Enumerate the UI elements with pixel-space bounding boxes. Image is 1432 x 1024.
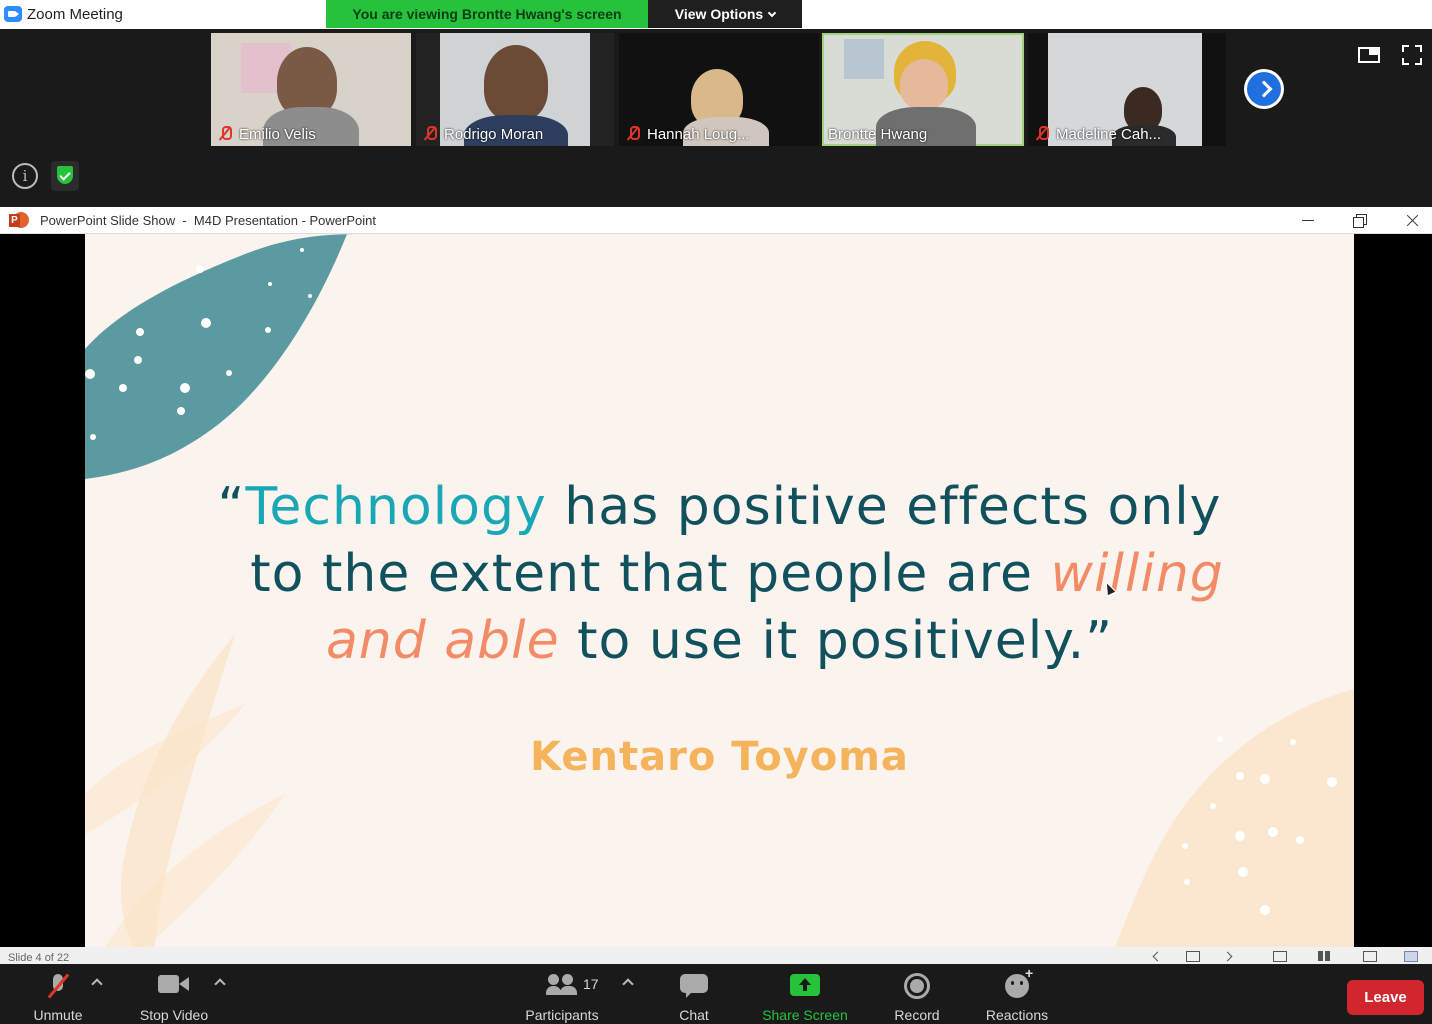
record-button[interactable]: Record — [888, 964, 946, 1024]
participant-tile[interactable]: Emilio Velis — [211, 33, 411, 146]
quote-text: to the extent that people are — [250, 544, 1051, 604]
muted-mic-icon — [424, 126, 437, 140]
close-icon[interactable] — [1403, 211, 1423, 229]
participant-name: Rodrigo Moran — [444, 126, 544, 143]
powerpoint-window-title: PowerPoint Slide Show - M4D Presentation… — [40, 213, 376, 228]
participants-count: 17 — [583, 976, 599, 992]
slide-menu-icon[interactable] — [1186, 951, 1200, 962]
participants-options-caret-icon[interactable] — [622, 978, 634, 990]
quote-accent-and-able: and able — [325, 611, 560, 671]
participants-label: Participants — [525, 1007, 599, 1023]
quote-accent-willing: willing — [1050, 544, 1224, 604]
next-page-arrow-icon[interactable] — [1244, 69, 1284, 109]
security-shield-icon[interactable] — [51, 161, 79, 191]
slide-sorter-icon[interactable] — [1318, 951, 1332, 961]
fullscreen-icon[interactable] — [1402, 45, 1422, 65]
share-screen-icon — [790, 974, 820, 996]
muted-mic-icon — [1036, 126, 1049, 140]
viewing-screen-banner: You are viewing Brontte Hwang's screen — [326, 0, 648, 28]
leave-meeting-button[interactable]: Leave — [1347, 980, 1424, 1015]
participants-button[interactable]: Participants — [520, 964, 604, 1024]
gallery-view-icon[interactable] — [1358, 47, 1380, 63]
quote-line-1: “Technology has positive effects only — [85, 474, 1354, 541]
reactions-label: Reactions — [985, 1007, 1049, 1023]
view-options-label: View Options — [674, 6, 764, 22]
teal-blob-shape — [85, 234, 360, 479]
muted-mic-icon — [219, 126, 232, 140]
video-options-caret-icon[interactable] — [214, 978, 226, 990]
quote-text: to use it positively.” — [559, 611, 1114, 671]
participant-tile[interactable]: Rodrigo Moran — [416, 33, 614, 146]
slide-show-area: “Technology has positive effects only to… — [0, 234, 1432, 947]
unmute-button[interactable]: Unmute — [20, 964, 96, 1024]
view-options-button[interactable]: View Options — [648, 0, 802, 28]
participant-tile[interactable]: Madeline Cah... — [1028, 33, 1226, 146]
participant-video — [484, 45, 548, 121]
video-background — [844, 39, 884, 79]
share-screen-button[interactable]: Share Screen — [758, 964, 852, 1024]
unmute-label: Unmute — [33, 1007, 83, 1023]
participant-video — [900, 59, 948, 109]
chat-button[interactable]: Chat — [668, 964, 720, 1024]
next-slide-icon[interactable] — [1222, 951, 1236, 962]
meeting-toolbar: Unmute Stop Video Participants 17 Chat S… — [0, 964, 1432, 1024]
participant-gallery-strip: Emilio Velis Rodrigo Moran Hannah Loug..… — [0, 29, 1432, 207]
record-label: Record — [894, 1007, 940, 1023]
zoom-title-bar: Zoom Meeting You are viewing Brontte Hwa… — [0, 0, 1432, 29]
stop-video-button[interactable]: Stop Video — [134, 964, 214, 1024]
participant-name: Brontte Hwang — [828, 126, 928, 143]
powerpoint-app-icon — [9, 212, 29, 229]
powerpoint-status-bar: Slide 4 of 22 — [0, 947, 1432, 964]
share-screen-label: Share Screen — [762, 1007, 848, 1023]
window-title: Zoom Meeting — [27, 6, 123, 23]
slide-show-view-icon[interactable] — [1404, 951, 1418, 962]
participants-icon — [546, 974, 578, 996]
reactions-smiley-icon — [1005, 965, 1033, 998]
restore-icon[interactable] — [1350, 211, 1370, 229]
quote-text: has positive effects only — [546, 477, 1222, 537]
quote-line-2: to the extent that people are willing — [85, 541, 1354, 608]
quote-author: Kentaro Toyoma — [530, 734, 909, 780]
powerpoint-title-bar: PowerPoint Slide Show - M4D Presentation… — [0, 207, 1432, 234]
previous-slide-icon[interactable] — [1150, 951, 1164, 962]
reading-view-icon[interactable] — [1363, 951, 1377, 962]
normal-view-icon[interactable] — [1273, 951, 1287, 962]
stop-video-label: Stop Video — [139, 1007, 209, 1023]
participant-tile-active-speaker[interactable]: Brontte Hwang — [822, 33, 1024, 146]
quote-open-mark: “ — [217, 477, 246, 537]
participant-name: Emilio Velis — [239, 126, 316, 143]
participant-name: Madeline Cah... — [1056, 126, 1162, 143]
video-camera-icon — [158, 974, 190, 994]
muted-mic-icon — [627, 126, 640, 140]
slide-quote: “Technology has positive effects only to… — [85, 474, 1354, 675]
participant-tile[interactable]: Hannah Loug... — [619, 33, 819, 146]
slide-indicator: Slide 4 of 22 — [8, 952, 70, 964]
chevron-down-icon — [767, 8, 777, 18]
zoom-app-icon — [4, 6, 22, 22]
reactions-button[interactable]: Reactions — [982, 964, 1052, 1024]
participant-name: Hannah Loug... — [647, 126, 750, 143]
record-icon — [904, 973, 930, 999]
minimize-icon[interactable] — [1298, 211, 1318, 229]
chat-label: Chat — [679, 1007, 709, 1023]
slide[interactable]: “Technology has positive effects only to… — [85, 234, 1354, 947]
chat-bubble-icon — [680, 974, 708, 998]
meeting-info-icon[interactable]: i — [12, 163, 38, 189]
quote-highlight-technology: Technology — [245, 477, 547, 537]
muted-microphone-icon — [50, 974, 66, 996]
quote-line-3: and able to use it positively.” — [85, 608, 1354, 675]
